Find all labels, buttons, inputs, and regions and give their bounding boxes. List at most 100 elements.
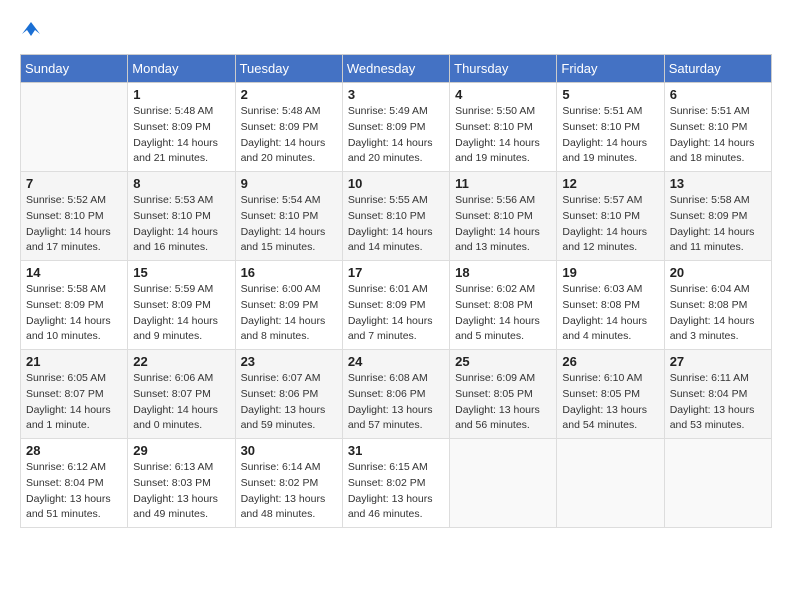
calendar-cell — [557, 439, 664, 528]
day-number: 21 — [26, 354, 122, 369]
day-number: 10 — [348, 176, 444, 191]
calendar-week-row: 1 Sunrise: 5:48 AM Sunset: 8:09 PM Daylig… — [21, 83, 772, 172]
day-number: 27 — [670, 354, 766, 369]
day-detail: Sunrise: 5:57 AM Sunset: 8:10 PM Dayligh… — [562, 193, 658, 256]
calendar-header-thursday: Thursday — [450, 55, 557, 83]
calendar-header-sunday: Sunday — [21, 55, 128, 83]
day-number: 7 — [26, 176, 122, 191]
calendar-cell: 7 Sunrise: 5:52 AM Sunset: 8:10 PM Daylig… — [21, 172, 128, 261]
calendar-cell: 24 Sunrise: 6:08 AM Sunset: 8:06 PM Dayli… — [342, 350, 449, 439]
calendar-cell: 6 Sunrise: 5:51 AM Sunset: 8:10 PM Daylig… — [664, 83, 771, 172]
day-number: 31 — [348, 443, 444, 458]
logo — [20, 20, 40, 38]
calendar-cell: 1 Sunrise: 5:48 AM Sunset: 8:09 PM Daylig… — [128, 83, 235, 172]
day-number: 12 — [562, 176, 658, 191]
day-detail: Sunrise: 5:50 AM Sunset: 8:10 PM Dayligh… — [455, 104, 551, 167]
calendar-header-saturday: Saturday — [664, 55, 771, 83]
calendar-cell: 5 Sunrise: 5:51 AM Sunset: 8:10 PM Daylig… — [557, 83, 664, 172]
day-number: 29 — [133, 443, 229, 458]
day-number: 5 — [562, 87, 658, 102]
day-detail: Sunrise: 6:13 AM Sunset: 8:03 PM Dayligh… — [133, 460, 229, 523]
day-number: 1 — [133, 87, 229, 102]
calendar-cell: 25 Sunrise: 6:09 AM Sunset: 8:05 PM Dayli… — [450, 350, 557, 439]
day-number: 2 — [241, 87, 337, 102]
calendar-cell: 29 Sunrise: 6:13 AM Sunset: 8:03 PM Dayli… — [128, 439, 235, 528]
calendar-table: SundayMondayTuesdayWednesdayThursdayFrid… — [20, 54, 772, 528]
day-number: 15 — [133, 265, 229, 280]
day-detail: Sunrise: 5:54 AM Sunset: 8:10 PM Dayligh… — [241, 193, 337, 256]
day-detail: Sunrise: 5:48 AM Sunset: 8:09 PM Dayligh… — [241, 104, 337, 167]
calendar-header-row: SundayMondayTuesdayWednesdayThursdayFrid… — [21, 55, 772, 83]
day-detail: Sunrise: 6:05 AM Sunset: 8:07 PM Dayligh… — [26, 371, 122, 434]
day-detail: Sunrise: 6:14 AM Sunset: 8:02 PM Dayligh… — [241, 460, 337, 523]
day-detail: Sunrise: 6:02 AM Sunset: 8:08 PM Dayligh… — [455, 282, 551, 345]
day-detail: Sunrise: 6:11 AM Sunset: 8:04 PM Dayligh… — [670, 371, 766, 434]
day-number: 3 — [348, 87, 444, 102]
day-detail: Sunrise: 5:48 AM Sunset: 8:09 PM Dayligh… — [133, 104, 229, 167]
day-number: 24 — [348, 354, 444, 369]
calendar-header-tuesday: Tuesday — [235, 55, 342, 83]
day-detail: Sunrise: 5:51 AM Sunset: 8:10 PM Dayligh… — [562, 104, 658, 167]
calendar-cell: 23Sunrise: 6:07 AM Sunset: 8:06 PM Dayli… — [235, 350, 342, 439]
calendar-cell: 18 Sunrise: 6:02 AM Sunset: 8:08 PM Dayli… — [450, 261, 557, 350]
day-detail: Sunrise: 5:51 AM Sunset: 8:10 PM Dayligh… — [670, 104, 766, 167]
calendar-week-row: 14 Sunrise: 5:58 AM Sunset: 8:09 PM Dayli… — [21, 261, 772, 350]
day-detail: Sunrise: 6:12 AM Sunset: 8:04 PM Dayligh… — [26, 460, 122, 523]
day-number: 17 — [348, 265, 444, 280]
calendar-cell: 30 Sunrise: 6:14 AM Sunset: 8:02 PM Dayli… — [235, 439, 342, 528]
day-detail: Sunrise: 6:04 AM Sunset: 8:08 PM Dayligh… — [670, 282, 766, 345]
calendar-header-monday: Monday — [128, 55, 235, 83]
calendar-week-row: 7 Sunrise: 5:52 AM Sunset: 8:10 PM Daylig… — [21, 172, 772, 261]
calendar-cell: 28 Sunrise: 6:12 AM Sunset: 8:04 PM Dayli… — [21, 439, 128, 528]
day-detail: Sunrise: 6:09 AM Sunset: 8:05 PM Dayligh… — [455, 371, 551, 434]
day-number: 30 — [241, 443, 337, 458]
day-number: 6 — [670, 87, 766, 102]
day-number: 14 — [26, 265, 122, 280]
calendar-cell: 21 Sunrise: 6:05 AM Sunset: 8:07 PM Dayli… — [21, 350, 128, 439]
calendar-cell: 16Sunrise: 6:00 AM Sunset: 8:09 PM Dayli… — [235, 261, 342, 350]
calendar-cell — [450, 439, 557, 528]
day-detail: Sunrise: 6:00 AM Sunset: 8:09 PM Dayligh… — [241, 282, 337, 345]
day-detail: Sunrise: 5:58 AM Sunset: 8:09 PM Dayligh… — [670, 193, 766, 256]
day-detail: Sunrise: 5:49 AM Sunset: 8:09 PM Dayligh… — [348, 104, 444, 167]
day-detail: Sunrise: 6:06 AM Sunset: 8:07 PM Dayligh… — [133, 371, 229, 434]
calendar-cell: 3 Sunrise: 5:49 AM Sunset: 8:09 PM Daylig… — [342, 83, 449, 172]
day-detail: Sunrise: 5:53 AM Sunset: 8:10 PM Dayligh… — [133, 193, 229, 256]
calendar-cell: 11Sunrise: 5:56 AM Sunset: 8:10 PM Dayli… — [450, 172, 557, 261]
calendar-week-row: 21 Sunrise: 6:05 AM Sunset: 8:07 PM Dayli… — [21, 350, 772, 439]
page-header — [20, 20, 772, 38]
day-number: 20 — [670, 265, 766, 280]
calendar-cell: 19 Sunrise: 6:03 AM Sunset: 8:08 PM Dayli… — [557, 261, 664, 350]
calendar-cell: 10Sunrise: 5:55 AM Sunset: 8:10 PM Dayli… — [342, 172, 449, 261]
day-number: 26 — [562, 354, 658, 369]
day-detail: Sunrise: 6:01 AM Sunset: 8:09 PM Dayligh… — [348, 282, 444, 345]
day-number: 25 — [455, 354, 551, 369]
day-number: 18 — [455, 265, 551, 280]
day-number: 19 — [562, 265, 658, 280]
calendar-header-friday: Friday — [557, 55, 664, 83]
calendar-cell: 22 Sunrise: 6:06 AM Sunset: 8:07 PM Dayli… — [128, 350, 235, 439]
calendar-cell: 8 Sunrise: 5:53 AM Sunset: 8:10 PM Daylig… — [128, 172, 235, 261]
calendar-cell: 31Sunrise: 6:15 AM Sunset: 8:02 PM Dayli… — [342, 439, 449, 528]
day-number: 8 — [133, 176, 229, 191]
calendar-cell: 9Sunrise: 5:54 AM Sunset: 8:10 PM Daylig… — [235, 172, 342, 261]
day-number: 28 — [26, 443, 122, 458]
day-number: 23 — [241, 354, 337, 369]
calendar-week-row: 28 Sunrise: 6:12 AM Sunset: 8:04 PM Dayli… — [21, 439, 772, 528]
logo-bird-icon — [22, 20, 40, 38]
calendar-cell — [21, 83, 128, 172]
day-detail: Sunrise: 5:52 AM Sunset: 8:10 PM Dayligh… — [26, 193, 122, 256]
day-detail: Sunrise: 6:08 AM Sunset: 8:06 PM Dayligh… — [348, 371, 444, 434]
day-detail: Sunrise: 6:03 AM Sunset: 8:08 PM Dayligh… — [562, 282, 658, 345]
day-detail: Sunrise: 5:58 AM Sunset: 8:09 PM Dayligh… — [26, 282, 122, 345]
calendar-cell: 12 Sunrise: 5:57 AM Sunset: 8:10 PM Dayli… — [557, 172, 664, 261]
calendar-cell: 20 Sunrise: 6:04 AM Sunset: 8:08 PM Dayli… — [664, 261, 771, 350]
calendar-cell: 14 Sunrise: 5:58 AM Sunset: 8:09 PM Dayli… — [21, 261, 128, 350]
calendar-header-wednesday: Wednesday — [342, 55, 449, 83]
calendar-cell: 26Sunrise: 6:10 AM Sunset: 8:05 PM Dayli… — [557, 350, 664, 439]
calendar-cell: 17 Sunrise: 6:01 AM Sunset: 8:09 PM Dayli… — [342, 261, 449, 350]
day-number: 22 — [133, 354, 229, 369]
calendar-cell: 13Sunrise: 5:58 AM Sunset: 8:09 PM Dayli… — [664, 172, 771, 261]
day-number: 11 — [455, 176, 551, 191]
day-detail: Sunrise: 5:59 AM Sunset: 8:09 PM Dayligh… — [133, 282, 229, 345]
